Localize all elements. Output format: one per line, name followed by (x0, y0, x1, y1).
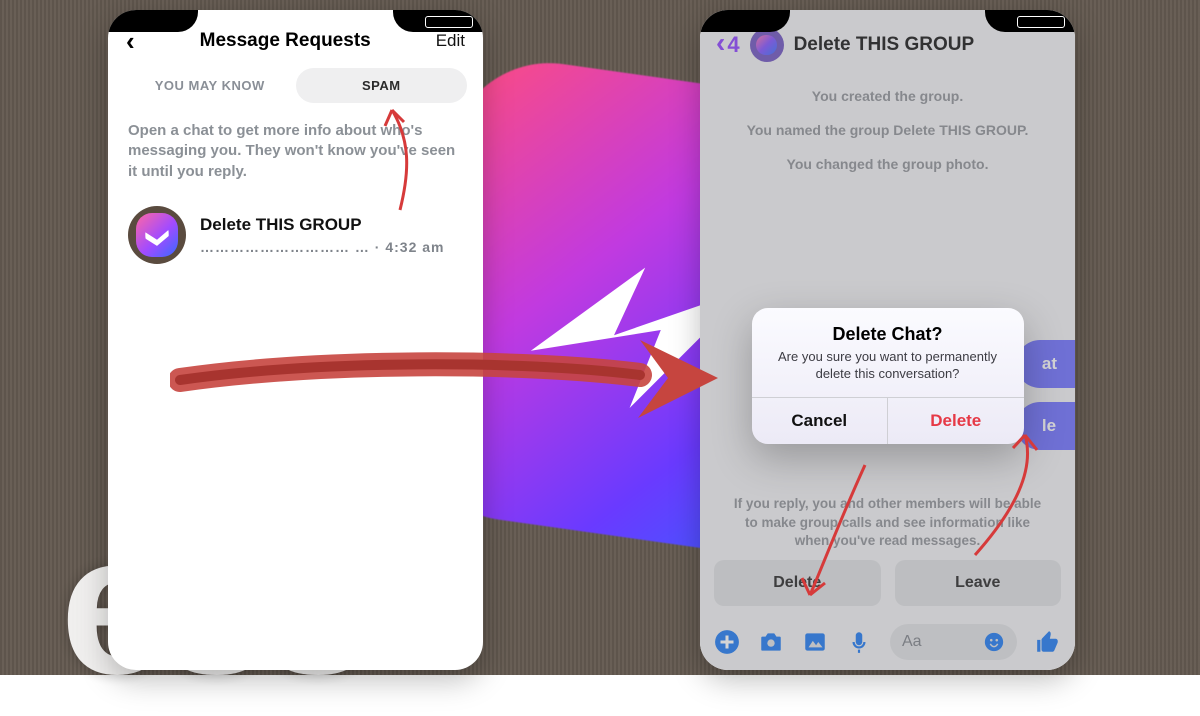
dialog-delete-button[interactable]: Delete (888, 398, 1024, 444)
messenger-icon (136, 213, 178, 257)
delete-chat-dialog: Delete Chat? Are you sure you want to pe… (752, 308, 1024, 444)
edit-button[interactable]: Edit (436, 31, 465, 51)
message-thread-row[interactable]: Delete THIS GROUP ………………………… … · 4:32 am (108, 200, 483, 270)
dialog-cancel-button[interactable]: Cancel (752, 398, 889, 444)
notch-right (393, 10, 483, 32)
thread-subtitle: ………………………… … · 4:32 am (200, 239, 445, 255)
notch-right (985, 10, 1075, 32)
dialog-title: Delete Chat? (752, 308, 1024, 349)
tab-you-may-know[interactable]: YOU MAY KNOW (124, 68, 296, 103)
tab-spam[interactable]: SPAM (296, 68, 468, 103)
thread-avatar (128, 206, 186, 264)
dialog-button-row: Cancel Delete (752, 397, 1024, 444)
chat-screen: ‹ 4 Delete THIS GROUP You created the gr… (700, 10, 1075, 670)
notch-left (700, 10, 790, 32)
page-title: Message Requests (200, 30, 371, 52)
thread-name: Delete THIS GROUP (200, 215, 445, 235)
segmented-tabs: YOU MAY KNOW SPAM (108, 66, 483, 117)
dialog-message: Are you sure you want to permanently del… (752, 349, 1024, 397)
notch-left (108, 10, 198, 32)
phone-delete-chat: ‹ 4 Delete THIS GROUP You created the gr… (700, 10, 1075, 670)
privacy-hint-text: Open a chat to get more info about who's… (108, 117, 483, 200)
phone-message-requests: ‹ Message Requests Edit YOU MAY KNOW SPA… (108, 10, 483, 670)
